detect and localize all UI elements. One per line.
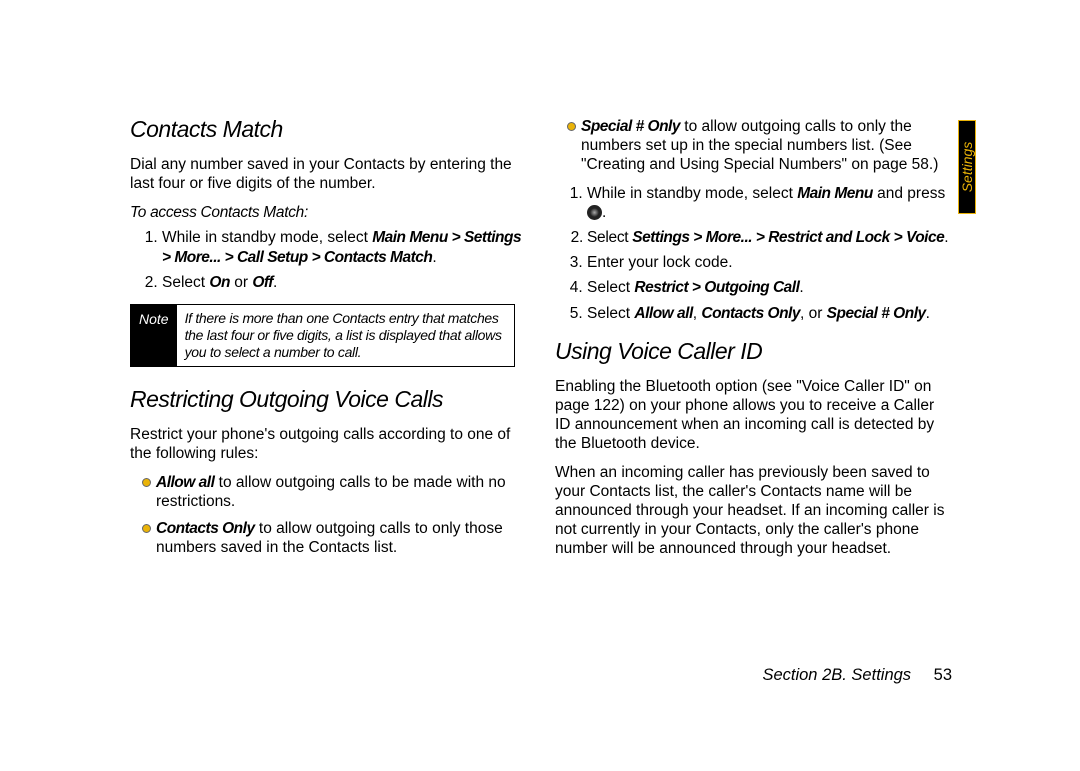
note-box: Note If there is more than one Contacts … (130, 304, 515, 367)
heading-contacts-match: Contacts Match (130, 115, 525, 143)
option: Contacts Only (156, 520, 255, 537)
list-item: While in standby mode, select Main Menu … (587, 184, 950, 222)
left-column: Contacts Match Dial any number saved in … (130, 115, 525, 568)
text: Select (587, 279, 634, 296)
list-item: Special # Only to allow outgoing calls t… (569, 117, 950, 174)
list-item: Select Restrict > Outgoing Call. (587, 278, 950, 297)
paragraph: Enabling the Bluetooth option (see "Voic… (555, 377, 950, 453)
list-item: Select Allow all, Contacts Only, or Spec… (587, 304, 950, 323)
instruction-label: To access Contacts Match: (130, 203, 525, 222)
option: Off (252, 274, 273, 291)
text: . (926, 305, 930, 322)
steps-list: While in standby mode, select Main Menu … (555, 184, 950, 322)
text: . (273, 274, 277, 291)
text: While in standby mode, select (587, 185, 797, 202)
page-footer: Section 2B. Settings 53 (762, 666, 952, 685)
option: Contacts Only (701, 305, 800, 322)
paragraph: When an incoming caller has previously b… (555, 463, 950, 558)
list-item: While in standby mode, select Main Menu … (162, 228, 525, 266)
text: Select (587, 305, 634, 322)
option: Allow all (156, 474, 214, 491)
paragraph: Dial any number saved in your Contacts b… (130, 155, 525, 193)
text: . (602, 204, 606, 221)
text: Select (162, 274, 209, 291)
text: and press (873, 185, 945, 202)
list-item: Select On or Off. (162, 273, 525, 292)
list-item: Allow all to allow outgoing calls to be … (144, 473, 525, 511)
page-number: 53 (934, 666, 952, 684)
menu-path: Settings > More... > Restrict and Lock >… (632, 229, 944, 246)
heading-restricting: Restricting Outgoing Voice Calls (130, 385, 525, 413)
side-tab-label: Settings (959, 142, 975, 193)
option: Special # Only (581, 118, 680, 135)
list-item: Enter your lock code. (587, 253, 950, 272)
heading-voice-caller-id: Using Voice Caller ID (555, 337, 950, 365)
bullet-list: Allow all to allow outgoing calls to be … (130, 473, 525, 557)
text: , or (800, 305, 827, 322)
option: On (209, 274, 230, 291)
menu-path: Restrict > Outgoing Call (634, 279, 799, 296)
steps-list: While in standby mode, select Main Menu … (130, 228, 525, 291)
text: . (432, 249, 436, 266)
note-label: Note (131, 305, 177, 366)
page-body: Contacts Match Dial any number saved in … (130, 115, 950, 568)
bullet-list: Special # Only to allow outgoing calls t… (555, 117, 950, 174)
note-body: If there is more than one Contacts entry… (177, 305, 514, 366)
footer-section: Section 2B. Settings (762, 666, 911, 684)
right-column: Special # Only to allow outgoing calls t… (555, 115, 950, 568)
list-item: Select Settings > More... > Restrict and… (587, 228, 950, 247)
option: Allow all (634, 305, 692, 322)
list-item: Contacts Only to allow outgoing calls to… (144, 519, 525, 557)
paragraph: Restrict your phone's outgoing calls acc… (130, 425, 525, 463)
text: or (230, 274, 252, 291)
menu-path: Main Menu (797, 185, 873, 202)
text: Select (587, 229, 632, 246)
text: . (799, 279, 803, 296)
text: . (944, 229, 948, 246)
side-tab: Settings (958, 120, 976, 214)
option: Special # Only (827, 305, 926, 322)
text: While in standby mode, select (162, 229, 372, 246)
ok-button-icon (587, 205, 602, 220)
